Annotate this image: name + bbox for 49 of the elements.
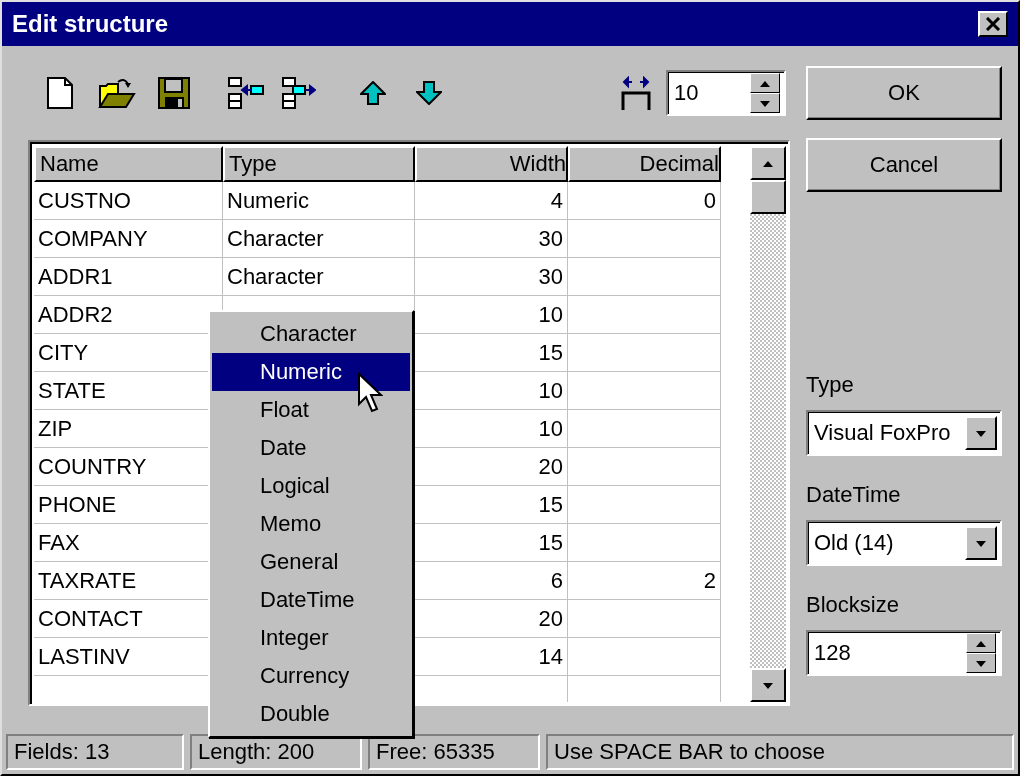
indent-icon	[620, 76, 652, 110]
dialog-button[interactable]: Cancel	[806, 138, 1002, 192]
scroll-down-button[interactable]	[750, 668, 786, 702]
table-cell: 30	[415, 258, 568, 296]
down-arrow-icon[interactable]	[416, 81, 442, 105]
mouse-pointer-icon	[357, 372, 383, 414]
dialog-button[interactable]: OK	[806, 66, 1002, 120]
up-arrow-icon[interactable]	[360, 81, 386, 105]
table-cell: COMPANY	[34, 220, 223, 258]
spin-down-button[interactable]	[750, 93, 780, 113]
new-file-icon[interactable]	[46, 77, 74, 109]
dropdown[interactable]: Visual FoxPro	[806, 410, 1002, 456]
column-header[interactable]: Type	[223, 146, 415, 182]
table-cell: Character	[223, 258, 415, 296]
field-label: DateTime	[806, 482, 902, 508]
scroll-thumb[interactable]	[750, 180, 786, 214]
field-label: Type	[806, 372, 855, 398]
column-header[interactable]: Decimal	[568, 146, 721, 182]
column-header[interactable]: Name	[34, 146, 223, 182]
table-cell: 4	[415, 182, 568, 220]
table-cell: Numeric	[223, 182, 415, 220]
scrollbar[interactable]	[750, 146, 786, 702]
status-panel: Free: 65335	[368, 734, 540, 770]
table-cell: 30	[415, 220, 568, 258]
remove-field-icon[interactable]	[282, 77, 316, 109]
table-cell: ADDR1	[34, 258, 223, 296]
table-cell: Character	[223, 220, 415, 258]
blocksize-field[interactable]: 128	[806, 630, 1002, 676]
table-cell: 2	[568, 562, 721, 600]
close-button[interactable]	[978, 11, 1008, 37]
window-title: Edit structure	[12, 10, 170, 38]
close-icon	[985, 17, 1001, 31]
indent-field[interactable]: 10	[666, 70, 786, 116]
status-panel: Fields: 13	[6, 734, 184, 770]
menu-item[interactable]: Numeric	[212, 353, 410, 391]
table-cell: 0	[568, 182, 721, 220]
scroll-up-button[interactable]	[750, 146, 786, 180]
spin-up-button[interactable]	[750, 73, 780, 93]
dropdown[interactable]: Old (14)	[806, 520, 1002, 566]
status-panel: Length: 200	[190, 734, 362, 770]
open-folder-icon[interactable]	[98, 78, 136, 108]
spin-up-button[interactable]	[966, 633, 996, 653]
column-header[interactable]: Width	[415, 146, 568, 182]
insert-field-icon[interactable]	[228, 77, 264, 109]
status-panel: Use SPACE BAR to choose	[546, 734, 1014, 770]
menu-item[interactable]: Double	[212, 695, 410, 733]
table-cell: CUSTNO	[34, 182, 223, 220]
field-label: Blocksize	[806, 592, 900, 618]
spin-down-button[interactable]	[966, 653, 996, 673]
